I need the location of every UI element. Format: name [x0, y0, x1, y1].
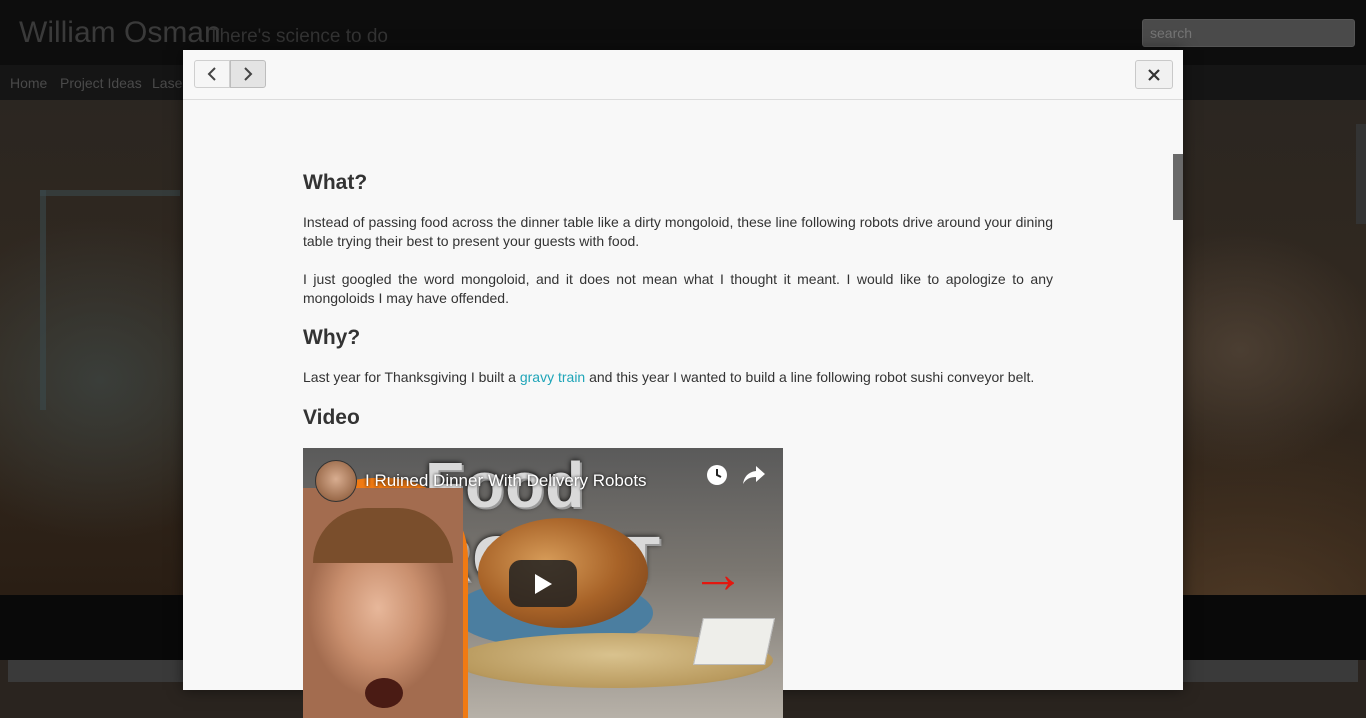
nav-item-laser[interactable]: Lase	[152, 75, 182, 91]
what-paragraph-2: I just googled the word mongoloid, and i…	[303, 271, 1053, 306]
thumbnail-red-arrow: →	[691, 544, 745, 604]
page-scrollbar[interactable]	[1356, 124, 1366, 224]
site-title[interactable]: William Osman	[19, 16, 221, 50]
thumbnail-breadboard	[693, 618, 775, 665]
watch-later-icon[interactable]	[705, 463, 729, 487]
close-icon	[1148, 68, 1160, 81]
channel-avatar[interactable]	[315, 460, 357, 502]
thumbnail-mouth	[365, 678, 403, 708]
play-button[interactable]	[509, 560, 577, 607]
share-icon[interactable]	[741, 463, 767, 487]
chevron-right-icon	[244, 67, 253, 81]
nav-item-project-ideas[interactable]: Project Ideas	[60, 75, 142, 91]
thumbnail-hat	[313, 508, 453, 563]
search-input[interactable]	[1142, 19, 1355, 47]
why-text-after: and this year I wanted to build a line f…	[585, 369, 1035, 385]
thumbnail-face	[303, 488, 463, 718]
section-heading-what: What?	[303, 171, 368, 194]
gravy-train-link[interactable]: gravy train	[520, 369, 585, 385]
why-text-before: Last year for Thanksgiving I built a	[303, 369, 520, 385]
chevron-left-icon	[207, 67, 216, 81]
hero-decoration	[40, 190, 180, 196]
previous-button[interactable]	[194, 60, 230, 88]
video-title[interactable]: I Ruined Dinner With Delivery Robots	[365, 471, 647, 491]
next-button[interactable]	[230, 60, 266, 88]
modal-scrollbar[interactable]	[1173, 154, 1183, 220]
play-icon	[535, 573, 552, 594]
modal-toolbar	[183, 50, 1183, 100]
what-paragraph-1: Instead of passing food across the dinne…	[303, 214, 1053, 249]
section-heading-why: Why?	[303, 326, 361, 349]
video-embed[interactable]: Food ROBOT → I Ruined Dinner With Delive…	[303, 448, 783, 718]
nav-item-home[interactable]: Home	[10, 75, 47, 91]
why-paragraph: Last year for Thanksgiving I built a gra…	[303, 368, 1053, 387]
site-tagline: There's science to do	[208, 26, 388, 47]
lightbox-modal: What? Instead of passing food across the…	[183, 50, 1183, 718]
section-heading-video: Video	[303, 406, 360, 429]
close-button[interactable]	[1135, 60, 1173, 89]
hero-decoration	[40, 190, 46, 410]
